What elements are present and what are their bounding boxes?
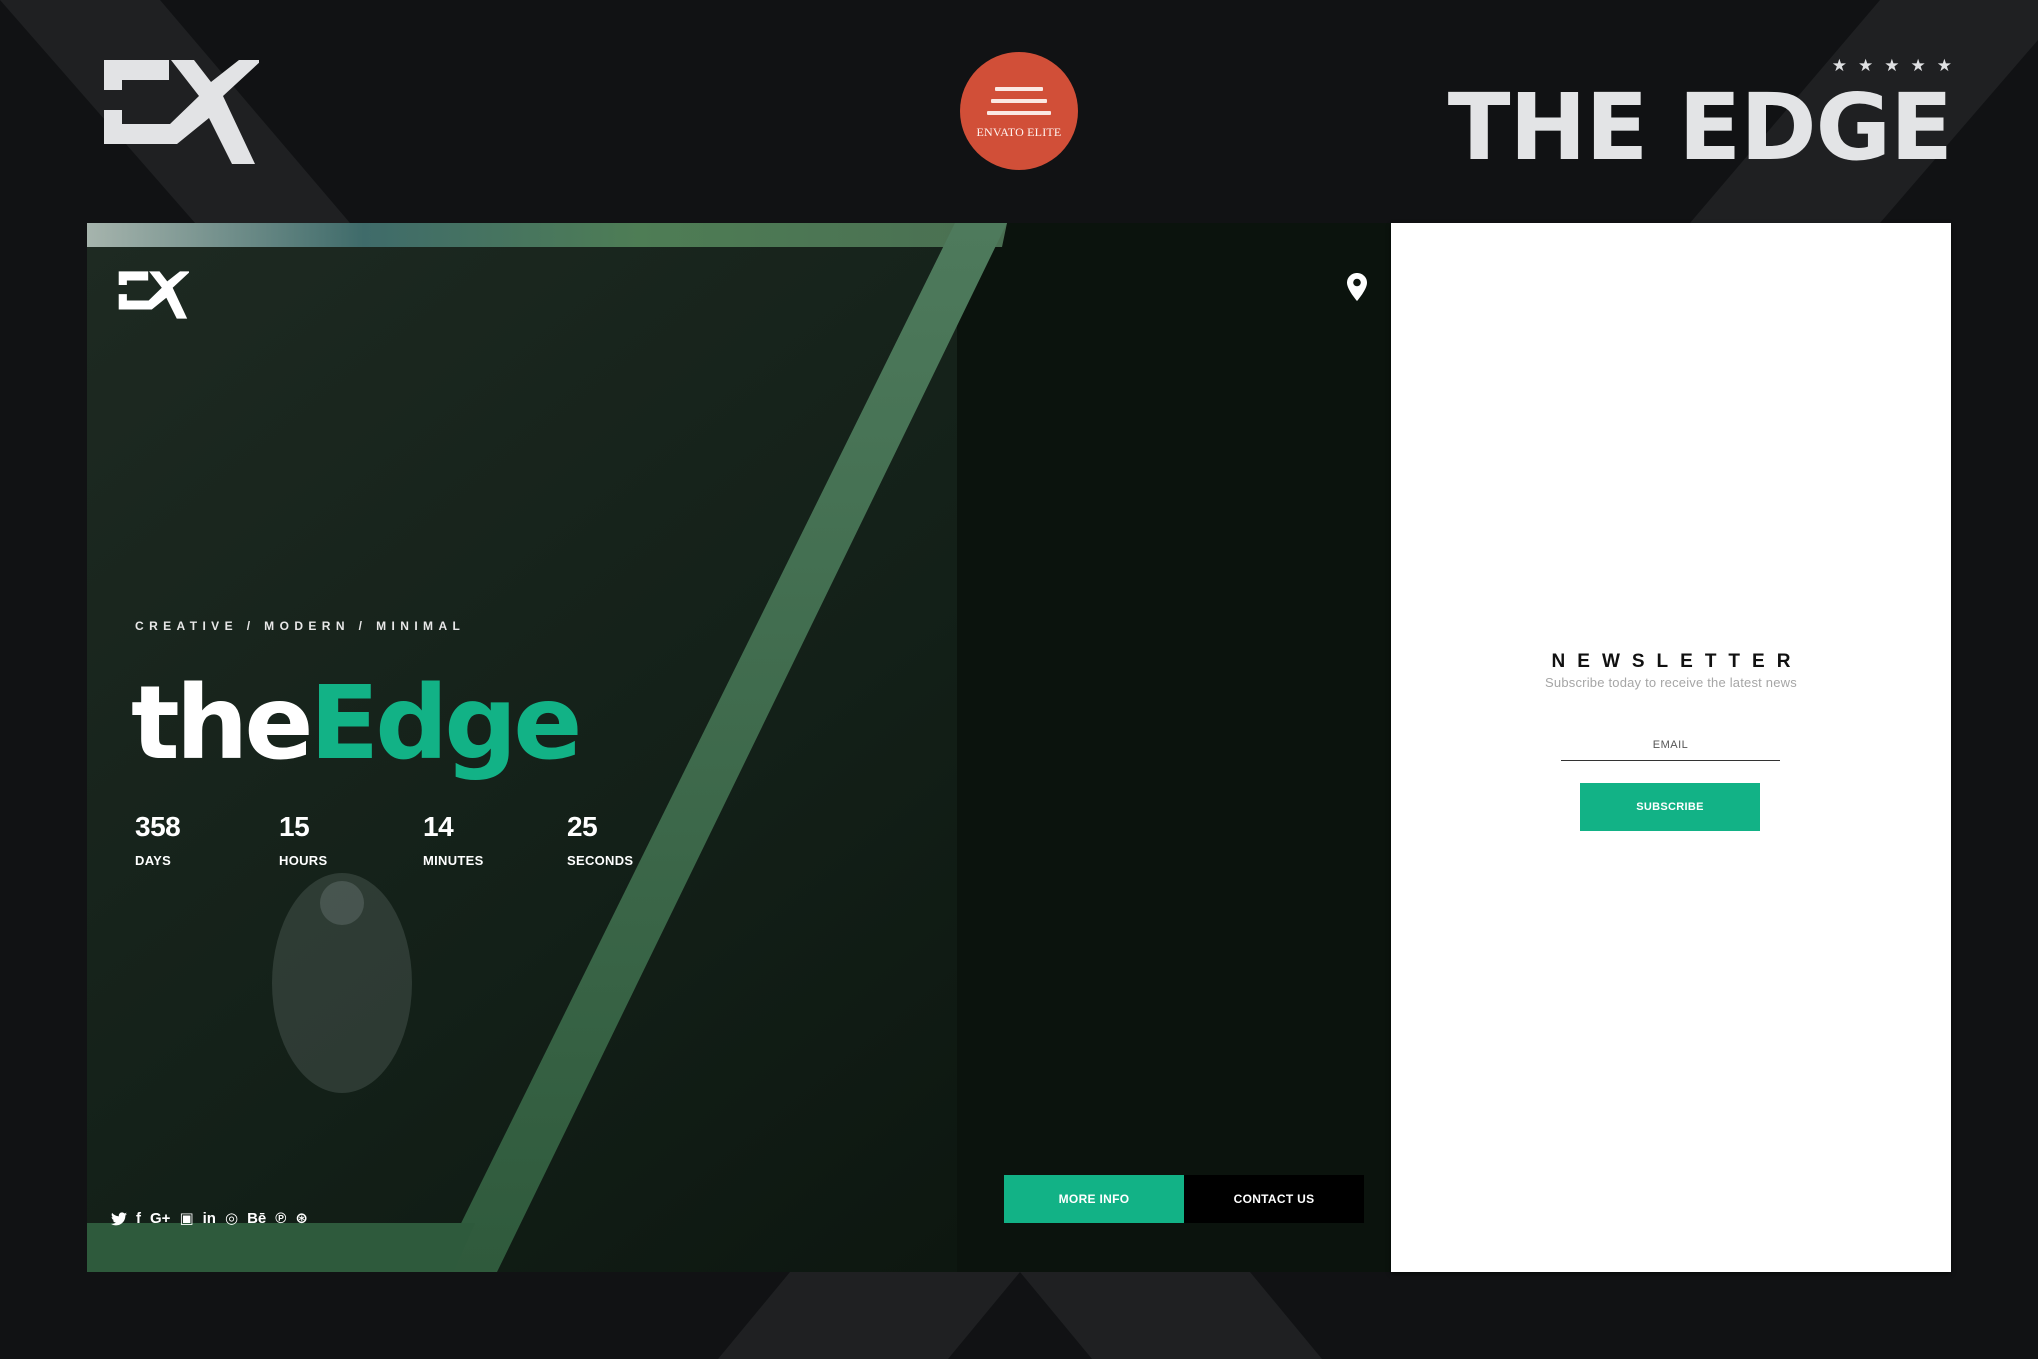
newsletter-title: NEWSLETTER [1551,651,1803,672]
countdown-value: 14 [423,811,454,842]
star-icon: ★ [1910,56,1926,75]
brand-part-edge: Edge [309,664,583,783]
countdown-label: MINUTES [423,853,484,868]
brand-wordmark: theEdge [131,663,583,785]
newsletter-panel: NEWSLETTER Subscribe today to receive th… [1391,223,1951,1272]
countdown-days: 358 DAYS [135,811,279,868]
countdown-timer: 358 DAYS 15 HOURS 14 MINUTES 25 SECONDS [135,811,711,868]
envato-elite-badge: ENVATO ELITE [960,52,1078,170]
contact-us-button[interactable]: CONTACT US [1184,1175,1364,1223]
dribbble-icon[interactable]: ⊛ [295,1211,308,1226]
facebook-icon[interactable]: f [136,1211,141,1226]
countdown-value: 15 [279,811,310,842]
hero-preview: CREATIVE / MODERN / MINIMAL theEdge 358 … [87,223,1391,1272]
badge-bar [991,98,1047,103]
countdown-label: SECONDS [567,853,634,868]
countdown-seconds: 25 SECONDS [567,811,711,868]
youtube-icon[interactable]: ▣ [179,1211,193,1226]
countdown-label: DAYS [135,853,172,868]
star-icon: ★ [1884,56,1900,75]
star-icon: ★ [1831,56,1847,75]
map-pin-icon[interactable] [1347,273,1367,301]
badge-label: ENVATO ELITE [976,124,1062,139]
ex-logo-small[interactable] [111,271,189,319]
more-info-button[interactable]: MORE INFO [1004,1175,1184,1223]
instagram-icon[interactable]: ◎ [225,1211,238,1226]
countdown-value: 25 [567,811,598,842]
rating-stars: ★ ★ ★ ★ ★ [1832,56,1952,76]
star-icon: ★ [1936,56,1952,75]
countdown-hours: 15 HOURS [279,811,423,868]
page-title: THE EDGE [1447,74,1953,181]
linkedin-icon[interactable]: in [203,1211,216,1226]
email-input[interactable] [1561,729,1780,761]
twitter-icon[interactable] [111,1211,127,1226]
badge-bar [995,86,1043,91]
newsletter-subtitle: Subscribe today to receive the latest ne… [1545,675,1797,690]
social-links: f G+ ▣ in ◎ Bē ℗ ⊛ [111,1211,308,1226]
badge-bar [987,110,1051,115]
ex-logo[interactable] [87,60,259,164]
pinterest-icon[interactable]: ℗ [275,1211,286,1226]
behance-icon[interactable]: Bē [247,1211,266,1226]
tagline: CREATIVE / MODERN / MINIMAL [135,619,466,633]
subscribe-button[interactable]: SUBSCRIBE [1580,783,1760,831]
countdown-value: 358 [135,811,181,842]
brand-part-the: the [131,664,314,783]
countdown-label: HOURS [279,853,328,868]
google-plus-icon[interactable]: G+ [150,1211,170,1226]
countdown-minutes: 14 MINUTES [423,811,567,868]
star-icon: ★ [1858,56,1874,75]
